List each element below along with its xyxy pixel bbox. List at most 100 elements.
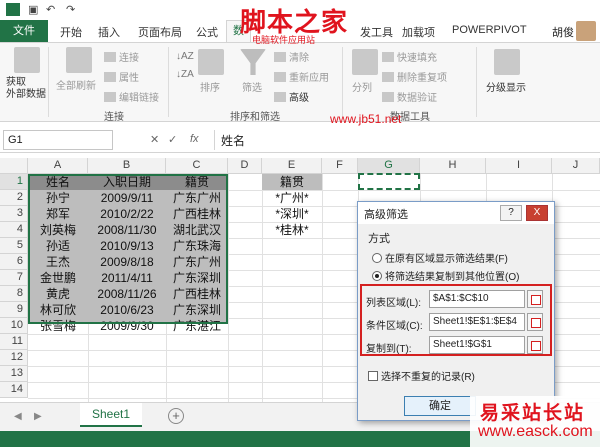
advanced-button[interactable]: 高级 [274,89,309,104]
tab-developer[interactable]: 发工具 [360,24,393,40]
row-header[interactable]: 4 [0,222,28,238]
avatar[interactable] [576,21,596,41]
advanced-filter-dialog: 高级筛选 ? X 方式 在原有区域显示筛选结果(F) 将筛选结果复制到其他位置(… [357,201,555,421]
tab-file[interactable]: 文件 [0,20,48,42]
checkbox-icon [368,371,378,381]
collapse-dialog-icon[interactable] [527,313,543,331]
help-button[interactable]: ? [500,205,522,221]
connections-label: 连接 [119,53,139,64]
criteria-header[interactable]: 籍贯 [262,174,322,190]
list-range-input[interactable]: $A$1:$C$10 [429,290,525,308]
separator [48,47,49,117]
data-validation-icon [382,92,394,102]
get-external-data-button[interactable]: 获取 外部数据 [6,77,46,101]
dialog-titlebar: 高级筛选 ? X [358,202,554,224]
selected-range-border [28,174,228,324]
row-header[interactable]: 8 [0,286,28,302]
close-button[interactable]: X [526,205,548,221]
row-header[interactable]: 1 [0,174,28,190]
tab-page-layout[interactable]: 页面布局 [138,24,182,40]
undo-icon[interactable]: ↶ [46,3,55,16]
name-box[interactable]: G1 [3,130,113,150]
copy-to-input[interactable]: Sheet1!$G$1 [429,336,525,354]
row-header[interactable]: 10 [0,318,28,334]
column-header-g[interactable]: G [358,158,420,174]
data-validation-button[interactable]: 数据验证 [382,89,437,104]
outline-button[interactable]: 分级显示 [486,79,526,94]
watermark-subtitle: 电脑软件应用站 [252,35,316,45]
sort-icon [198,49,224,75]
text-to-columns-button[interactable]: 分列 [352,79,372,94]
add-sheet-button[interactable]: + [168,408,184,424]
filter-icon [240,49,266,75]
criteria-cell[interactable]: *广州* [262,190,322,206]
tab-addins[interactable]: 加载项 [402,24,435,40]
collapse-dialog-icon[interactable] [527,336,543,354]
column-header-h[interactable]: H [420,158,486,174]
row-header[interactable]: 14 [0,382,28,398]
reapply-button[interactable]: 重新应用 [274,69,329,84]
row-header[interactable]: 3 [0,206,28,222]
column-header-f[interactable]: F [322,158,358,174]
column-header-j[interactable]: J [552,158,600,174]
redo-icon[interactable]: ↷ [66,3,75,16]
column-header-i[interactable]: I [486,158,552,174]
filter-button[interactable]: 筛选 [242,79,262,94]
row-header[interactable]: 11 [0,334,28,350]
column-header-a[interactable]: A [28,158,88,174]
select-all-corner[interactable] [0,158,28,174]
refresh-all-button[interactable]: 全部刷新 [56,77,96,92]
tab-home[interactable]: 开始 [60,24,82,40]
enter-icon[interactable]: ✓ [168,133,177,146]
row-header[interactable]: 12 [0,350,28,366]
dialog-title: 高级筛选 [364,209,408,221]
properties-button[interactable]: 属性 [104,69,139,84]
unique-records-checkbox[interactable]: 选择不重复的记录(R) [368,368,475,383]
sort-za-icon[interactable]: ↓ZA [176,69,194,80]
tab-insert[interactable]: 插入 [98,24,120,40]
user-name[interactable]: 胡俊 [552,24,574,40]
get-external-data-icon [14,47,40,73]
save-icon[interactable]: ▣ [28,3,38,16]
row-header[interactable]: 5 [0,238,28,254]
radio-copy-to-location[interactable]: 将筛选结果复制到其他位置(O) [372,268,519,283]
row-header[interactable]: 9 [0,302,28,318]
sort-button[interactable]: 排序 [200,79,220,94]
edit-links-button[interactable]: 编辑链接 [104,89,159,104]
insert-function-button[interactable]: fx [190,133,199,145]
column-header-e[interactable]: E [262,158,322,174]
collapse-dialog-icon[interactable] [527,290,543,308]
column-header-d[interactable]: D [228,158,262,174]
cancel-icon[interactable]: ✕ [150,133,159,146]
column-header-c[interactable]: C [166,158,228,174]
separator [476,47,477,117]
row-header[interactable]: 7 [0,270,28,286]
row-header[interactable]: 2 [0,190,28,206]
row-header[interactable]: 13 [0,366,28,382]
sheet-next-icon[interactable]: ▶ [34,411,42,422]
radio-filter-in-place[interactable]: 在原有区域显示筛选结果(F) [372,250,508,265]
criteria-range-input[interactable]: Sheet1!$E$1:$E$4 [429,313,525,331]
tab-formulas[interactable]: 公式 [196,24,218,40]
criteria-cell[interactable]: *桂林* [262,222,322,238]
tab-powerpivot[interactable]: POWERPIVOT [452,24,527,36]
formula-input[interactable]: 姓名 [214,130,598,150]
criteria-cell[interactable]: *深圳* [262,206,322,222]
properties-icon [104,72,116,82]
sort-az-icon[interactable]: ↓AZ [176,51,194,62]
separator [168,47,169,117]
remove-duplicates-button[interactable]: 删除重复项 [382,69,447,84]
sheet-tab-sheet1[interactable]: Sheet1 [80,403,142,427]
column-header-b[interactable]: B [88,158,166,174]
clear-button[interactable]: 清除 [274,49,309,64]
row-header[interactable]: 6 [0,254,28,270]
connections-button[interactable]: 连接 [104,49,139,64]
flash-fill-button[interactable]: 快速填充 [382,49,437,64]
data-validation-label: 数据验证 [397,93,437,104]
unique-records-label: 选择不重复的记录(R) [381,372,475,383]
clear-icon [274,52,286,62]
ok-button[interactable]: 确定 [404,396,476,416]
separator [342,47,343,117]
sheet-prev-icon[interactable]: ◀ [14,411,22,422]
refresh-all-icon [66,47,92,73]
